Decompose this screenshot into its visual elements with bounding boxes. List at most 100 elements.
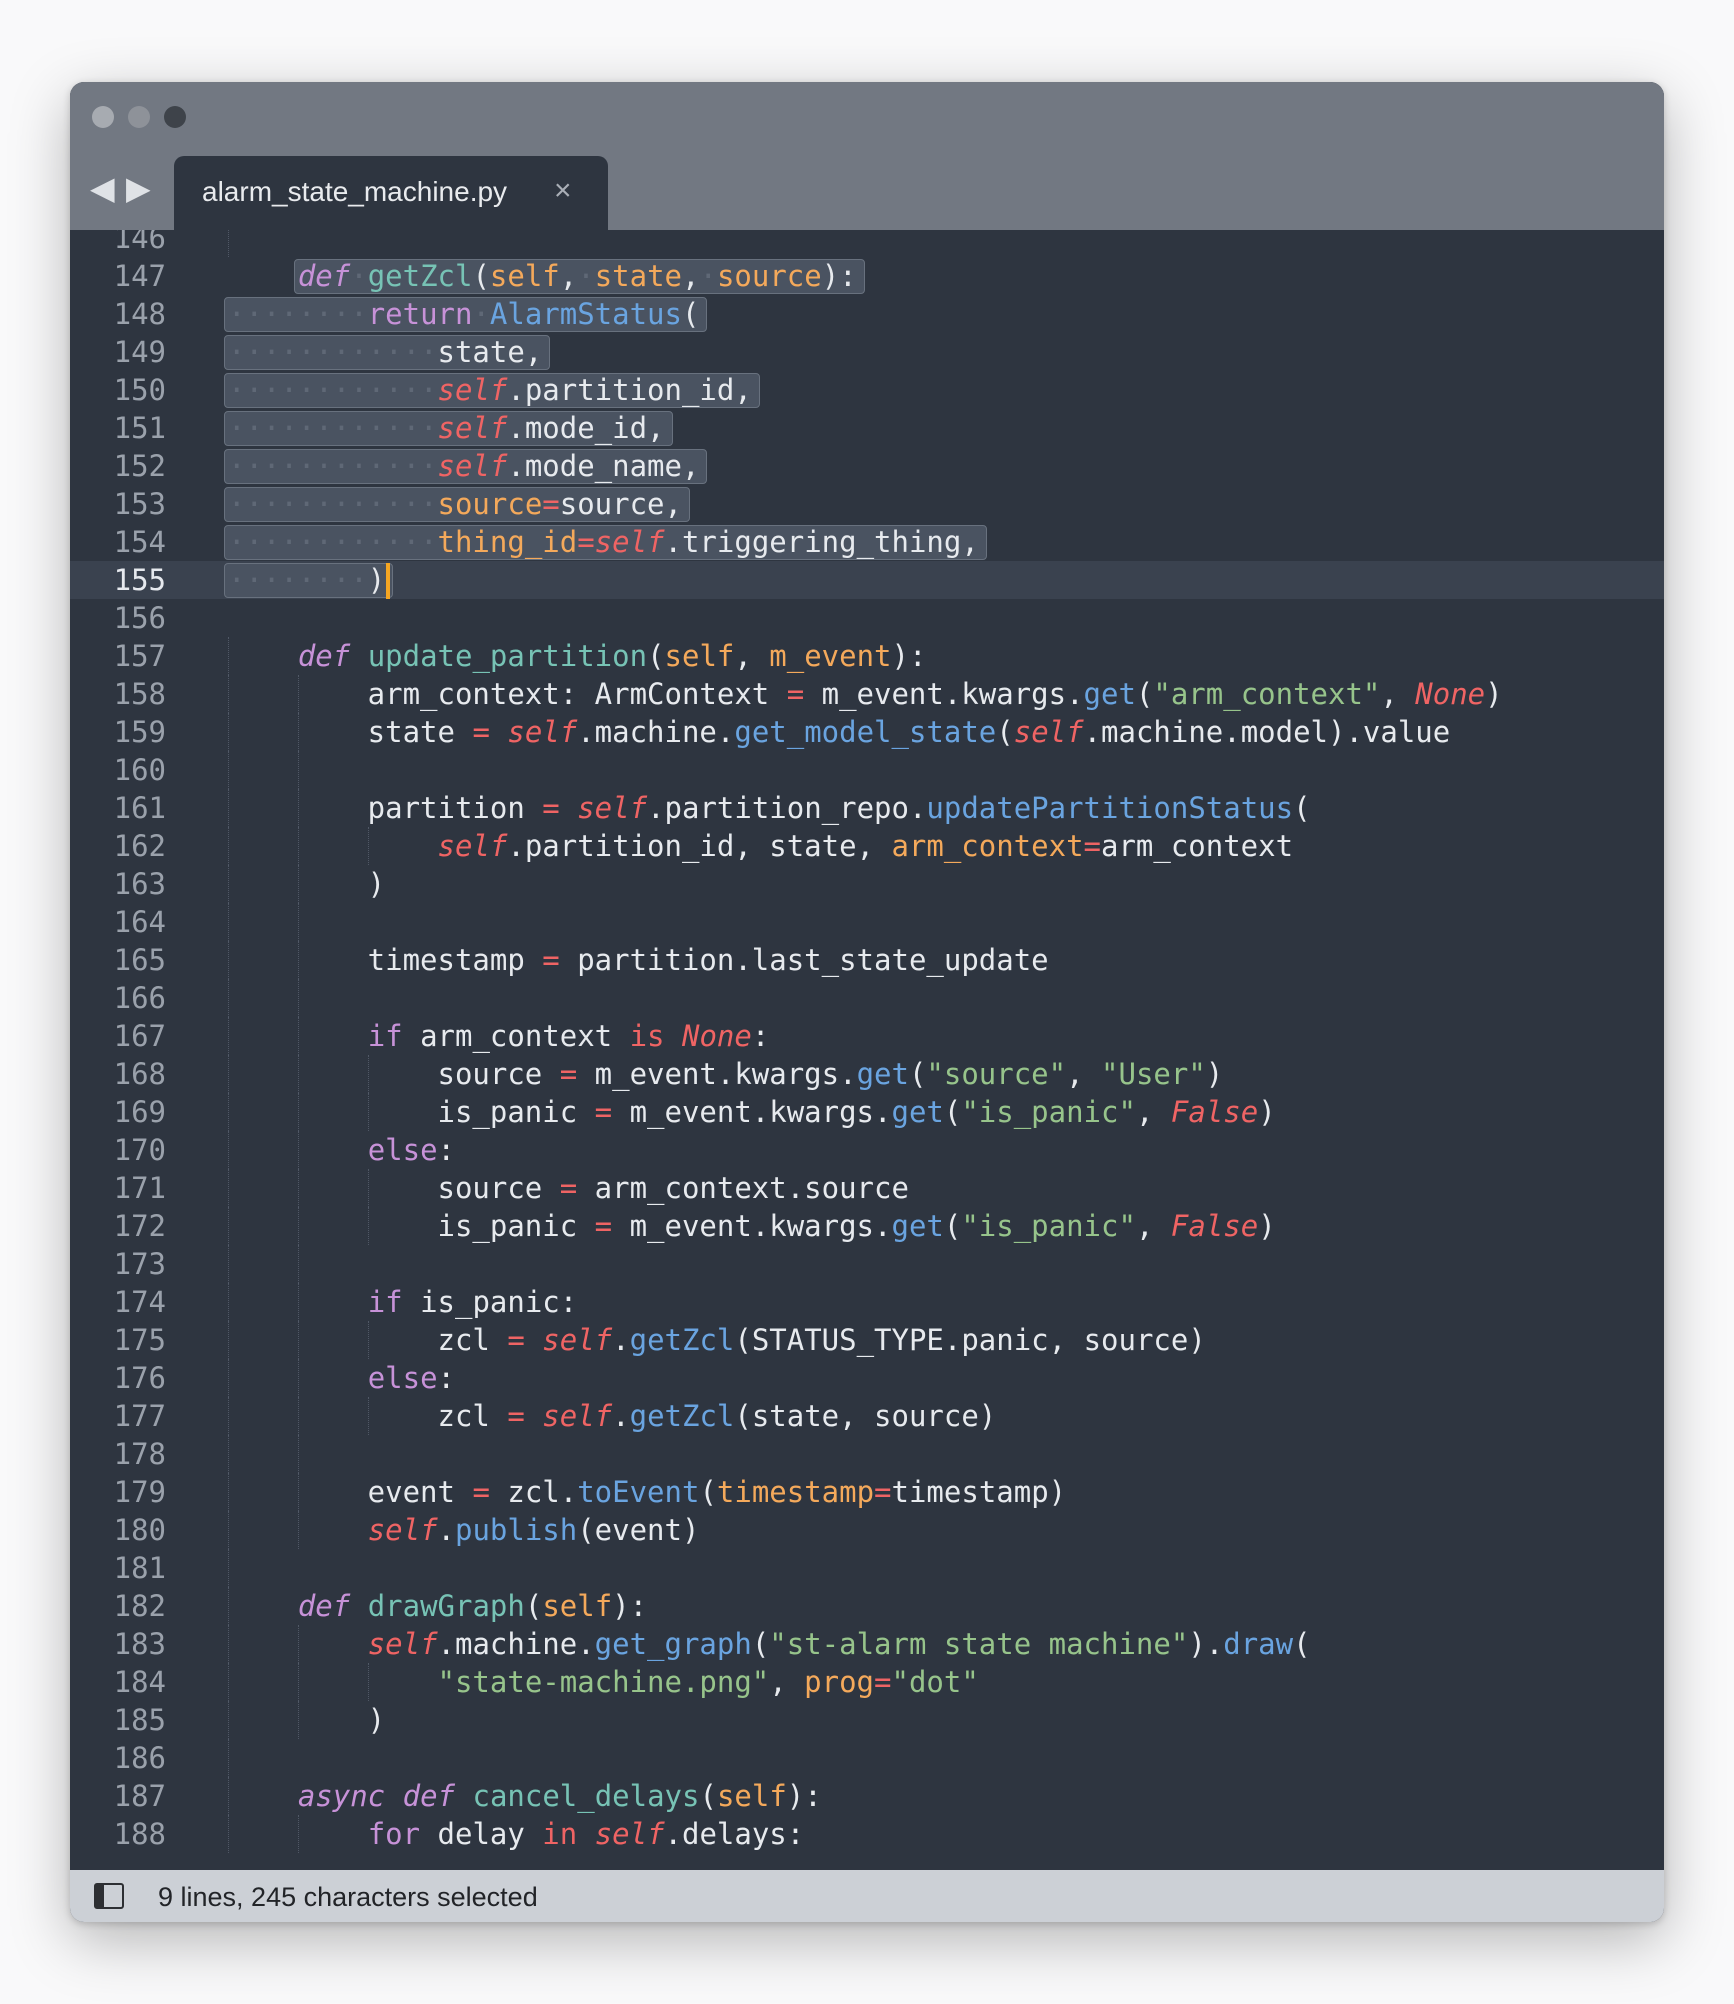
code-token: self [716,1779,787,1813]
code-line[interactable]: 147 def·getZcl(self,·state,·source): [70,257,1664,295]
code-token: = [507,1399,525,1433]
code-line[interactable]: 174 if is_panic: [70,1283,1664,1321]
line-number: 150 [113,373,166,407]
code-token: state [594,259,683,293]
code-line[interactable]: 169 is_panic = m_event.kwargs.get("is_pa… [70,1093,1664,1131]
indent-guide [228,1549,229,1587]
line-number: 175 [113,1323,166,1357]
code-line[interactable]: 165 timestamp = partition.last_state_upd… [70,941,1664,979]
code-line[interactable]: 182 def drawGraph(self): [70,1587,1664,1625]
code-line[interactable]: 173 [70,1245,1664,1283]
code-token: · [350,259,368,293]
code-line[interactable]: 185 ) [70,1701,1664,1739]
code-editor[interactable]: 146 147 def·getZcl(self,·state,·source): 14… [70,230,1664,1872]
code-line[interactable]: 148 ········return·AlarmStatus( [70,295,1664,333]
code-line[interactable]: 160 [70,751,1664,789]
indent-guide [228,230,229,257]
code-line[interactable]: 156 [70,599,1664,637]
code-line[interactable]: 167 if arm_context is None: [70,1017,1664,1055]
code-line[interactable]: 179 event = zcl.toEvent(timestamp=timest… [70,1473,1664,1511]
line-number: 167 [113,1019,166,1053]
code-line[interactable]: 171 source = arm_context.source [70,1169,1664,1207]
code-line[interactable]: 187 async def cancel_delays(self): [70,1777,1664,1815]
code-line[interactable]: 157 def update_partition(self, m_event): [70,637,1664,675]
code-token: , [734,639,770,673]
code-line[interactable]: 158 arm_context: ArmContext = m_event.kw… [70,675,1664,713]
code-text: if arm_context is None: [228,1017,770,1055]
code-token: toEvent [577,1475,700,1509]
code-line[interactable]: 176 else: [70,1359,1664,1397]
code-token: delay [420,1817,543,1851]
code-line[interactable]: 159 state = self.machine.get_model_state… [70,713,1664,751]
code-token: self [542,1399,613,1433]
line-number: 177 [113,1399,166,1433]
file-tab[interactable]: alarm_state_machine.py × [174,156,608,230]
code-token: self [489,259,560,293]
code-line[interactable]: 188 for delay in self.delays: [70,1815,1664,1853]
code-line[interactable]: 163 ) [70,865,1664,903]
code-line[interactable]: 150 ············self.partition_id, [70,371,1664,409]
code-line[interactable]: 152 ············self.mode_name, [70,447,1664,485]
code-line[interactable]: 149 ············state, [70,333,1664,371]
code-token: getZcl [629,1323,735,1357]
zoom-window-button[interactable] [164,106,186,128]
close-tab-icon[interactable]: × [554,174,572,208]
code-line[interactable]: 175 zcl = self.getZcl(STATUS_TYPE.panic,… [70,1321,1664,1359]
line-number: 155 [113,563,166,597]
code-token: ············ [228,525,438,559]
indent-guide [297,1245,299,1283]
code-token: getZcl [629,1399,735,1433]
code-line[interactable]: 172 is_panic = m_event.kwargs.get("is_pa… [70,1207,1664,1245]
code-line[interactable]: 183 self.machine.get_graph("st-alarm sta… [70,1625,1664,1663]
indent-guide [228,903,229,941]
code-line[interactable]: 166 [70,979,1664,1017]
code-line[interactable]: 181 [70,1549,1664,1587]
code-line[interactable]: 170 else: [70,1131,1664,1169]
code-line[interactable]: 162 self.partition_id, state, arm_contex… [70,827,1664,865]
close-window-button[interactable] [92,106,114,128]
code-token: if [367,1285,403,1319]
code-token: ( [908,1057,927,1091]
code-line[interactable]: 186 [70,1739,1664,1777]
code-token: = [472,715,490,749]
code-line[interactable]: 180 self.publish(event) [70,1511,1664,1549]
code-token: self [542,1323,613,1357]
line-number: 179 [113,1475,166,1509]
line-number: 171 [113,1171,166,1205]
code-line[interactable]: 153 ············source=source, [70,485,1664,523]
code-token: draw [1223,1627,1294,1661]
code-token: source [437,487,543,521]
code-token: ( [472,259,490,293]
sidebar-toggle-icon[interactable] [94,1883,124,1909]
code-line[interactable]: 178 [70,1435,1664,1473]
code-line[interactable]: 168 source = m_event.kwargs.get("source"… [70,1055,1664,1093]
code-token: arm_context.source [577,1171,909,1205]
code-token: self [577,791,648,825]
line-number: 154 [113,525,166,559]
code-token: "dot" [891,1665,979,1699]
code-line[interactable]: 146 [70,230,1664,257]
forward-arrow-icon[interactable]: ▶ [126,172,151,204]
code-line[interactable]: 155 ········) [70,561,1664,599]
code-token: ········ [228,563,368,597]
back-arrow-icon[interactable]: ◀ [90,172,115,204]
code-line[interactable]: 164 [70,903,1664,941]
code-token: m_event [769,639,892,673]
code-line[interactable]: 184 "state-machine.png", prog="dot" [70,1663,1664,1701]
code-line[interactable]: 177 zcl = self.getZcl(state, source) [70,1397,1664,1435]
code-token: self [507,715,578,749]
code-token: get_model_state [734,715,997,749]
code-line[interactable]: 161 partition = self.partition_repo.upda… [70,789,1664,827]
code-line[interactable]: 154 ············thing_id=self.triggering_… [70,523,1664,561]
code-token: ( [943,1209,962,1243]
code-line[interactable]: 151 ············self.mode_id, [70,409,1664,447]
minimize-window-button[interactable] [128,106,150,128]
code-token: = [874,1665,892,1699]
line-number: 162 [113,829,166,863]
